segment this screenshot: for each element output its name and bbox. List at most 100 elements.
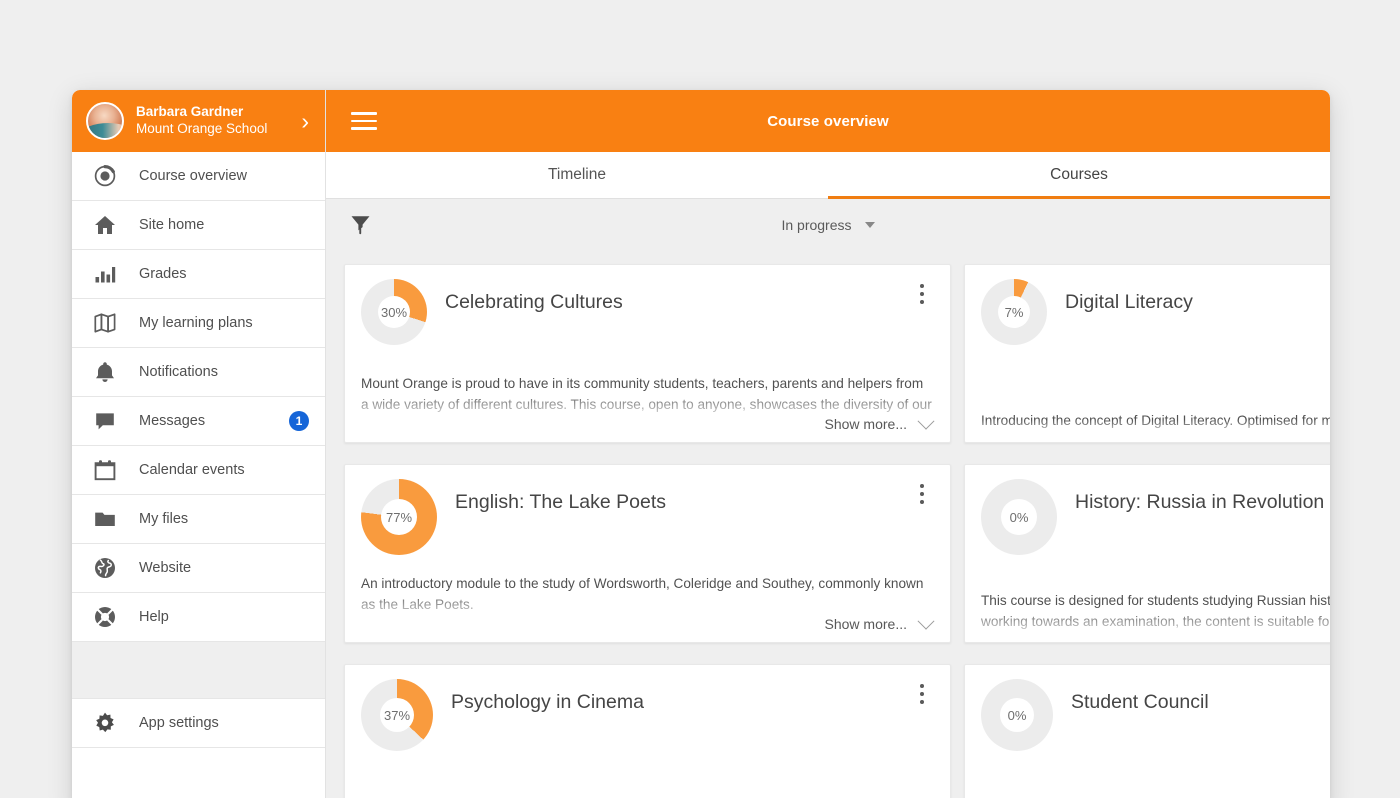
sidebar-item-label: My learning plans [139, 315, 253, 331]
user-photo-icon [86, 102, 124, 140]
show-more-label: Show more... [824, 416, 907, 432]
course-progress-donut: 0% [981, 479, 1057, 555]
sidebar-item-label: Site home [139, 217, 205, 233]
funnel-icon[interactable] [350, 214, 371, 236]
tab-courses[interactable]: Courses [828, 152, 1330, 199]
show-more-label: Show more... [824, 616, 907, 632]
show-more-toggle[interactable]: Show more... [824, 612, 935, 632]
sidebar-item-my-learning-plans[interactable]: My learning plans [72, 299, 325, 348]
course-progress-value: 77% [381, 499, 417, 535]
course-card-header: 0% History: Russia in Revolution [981, 479, 1330, 555]
course-card-header: 77% English: The Lake Poets [361, 479, 934, 555]
course-card-header: 30% Celebrating Cultures [361, 279, 934, 345]
sidebar-item-label: Course overview [139, 168, 247, 184]
home-icon [92, 212, 118, 238]
filter-dropdown-label: In progress [781, 216, 852, 233]
course-description: Mount Orange is proud to have in its com… [361, 376, 932, 412]
user-name: Barbara Gardner [136, 104, 244, 120]
folder-icon [92, 506, 118, 532]
bell-icon [92, 359, 118, 385]
course-description: Introducing the concept of Digital Liter… [981, 413, 1330, 429]
sidebar-item-course-overview[interactable]: Course overview [72, 152, 325, 201]
tab-label: Courses [1050, 166, 1108, 183]
user-identity: Barbara Gardner Mount Orange School [136, 104, 301, 138]
map-icon [92, 310, 118, 336]
sidebar-item-app-settings[interactable]: App settings [72, 699, 325, 748]
top-bar: Course overview [326, 90, 1330, 152]
course-title[interactable]: Student Council [1071, 691, 1209, 714]
course-card-header: 0% Student Council [981, 679, 1330, 751]
sidebar: Barbara Gardner Mount Orange School › Co… [72, 90, 326, 798]
sidebar-footer: App settings [72, 699, 325, 748]
course-progress-value: 30% [378, 296, 410, 328]
course-title[interactable]: Digital Literacy [1065, 291, 1193, 314]
tab-label: Timeline [548, 166, 606, 183]
course-card-header: 7% Digital Literacy [981, 279, 1330, 345]
course-description: This course is designed for students stu… [981, 593, 1330, 629]
app-window: Barbara Gardner Mount Orange School › Co… [72, 90, 1330, 798]
course-progress-donut: 0% [981, 679, 1053, 751]
course-title[interactable]: History: Russia in Revolution [1075, 491, 1324, 514]
course-description: An introductory module to the study of W… [361, 576, 928, 612]
chevron-right-icon[interactable]: › [301, 109, 309, 133]
course-card[interactable]: 0% Student Council [964, 664, 1330, 798]
gear-icon [92, 710, 118, 736]
tab-bar: Timeline Courses [326, 152, 1330, 199]
show-more-toggle[interactable]: Show more... [824, 412, 935, 432]
sidebar-item-label: Grades [139, 266, 187, 282]
user-organisation: Mount Orange School [136, 121, 268, 136]
filter-bar: In progress [326, 199, 1330, 250]
course-title[interactable]: Psychology in Cinema [451, 691, 644, 714]
sidebar-item-notifications[interactable]: Notifications [72, 348, 325, 397]
sidebar-item-label: My files [139, 511, 189, 527]
course-cards-grid: 30% Celebrating Cultures Mount Orange is p… [326, 264, 1330, 798]
sidebar-nav-list: Course overview Site home Grades My learnin… [72, 152, 325, 642]
sidebar-item-label: Website [139, 560, 192, 576]
sidebar-item-messages[interactable]: Messages 1 [72, 397, 325, 446]
sidebar-item-label: Help [139, 609, 169, 625]
sidebar-item-label: Messages [139, 413, 206, 429]
sidebar-item-grades[interactable]: Grades [72, 250, 325, 299]
sidebar-spacer [72, 642, 325, 699]
sidebar-item-calendar-events[interactable]: Calendar events [72, 446, 325, 495]
sidebar-item-site-home[interactable]: Site home [72, 201, 325, 250]
sidebar-item-my-files[interactable]: My files [72, 495, 325, 544]
tab-timeline[interactable]: Timeline [326, 152, 828, 198]
screen: Barbara Gardner Mount Orange School › Co… [0, 0, 1400, 798]
sidebar-tail [72, 748, 325, 798]
more-vertical-icon[interactable] [913, 481, 931, 507]
unread-count-badge: 1 [289, 411, 309, 431]
sidebar-item-help[interactable]: Help [72, 593, 325, 642]
course-title[interactable]: English: The Lake Poets [455, 491, 666, 514]
chevron-down-icon [917, 612, 935, 630]
course-progress-donut: 7% [981, 279, 1047, 345]
course-card[interactable]: 0% History: Russia in Revolution This cour… [964, 464, 1330, 643]
sidebar-item-label: Calendar events [139, 462, 245, 478]
course-description-placeholder [361, 751, 934, 780]
course-card[interactable]: 77% English: The Lake Poets An introductor… [344, 464, 951, 643]
course-progress-donut: 30% [361, 279, 427, 345]
bar-chart-icon [92, 261, 118, 287]
course-overview-icon [92, 163, 118, 189]
filter-dropdown[interactable]: In progress [733, 217, 923, 233]
course-card[interactable]: 7% Digital Literacy Introducing the concep… [964, 264, 1330, 443]
message-icon [92, 408, 118, 434]
course-card[interactable]: 37% Psychology in Cinema [344, 664, 951, 798]
course-title[interactable]: Celebrating Cultures [445, 291, 623, 314]
course-progress-donut: 37% [361, 679, 433, 751]
user-profile-panel[interactable]: Barbara Gardner Mount Orange School › [72, 90, 325, 152]
sidebar-item-label: App settings [139, 715, 219, 731]
course-description-placeholder [981, 751, 1330, 780]
page-title: Course overview [767, 112, 889, 130]
more-vertical-icon[interactable] [913, 281, 931, 307]
course-cards-scroll-area[interactable]: 30% Celebrating Cultures Mount Orange is p… [326, 250, 1330, 798]
more-vertical-icon[interactable] [913, 681, 931, 707]
course-progress-value: 0% [1001, 499, 1037, 535]
caret-down-icon [864, 221, 875, 228]
chevron-down-icon [917, 412, 935, 430]
main-content: Course overview Timeline Courses In progr… [326, 90, 1330, 798]
calendar-icon [92, 457, 118, 483]
hamburger-icon[interactable] [351, 112, 377, 130]
sidebar-item-website[interactable]: Website [72, 544, 325, 593]
course-card[interactable]: 30% Celebrating Cultures Mount Orange is p… [344, 264, 951, 443]
